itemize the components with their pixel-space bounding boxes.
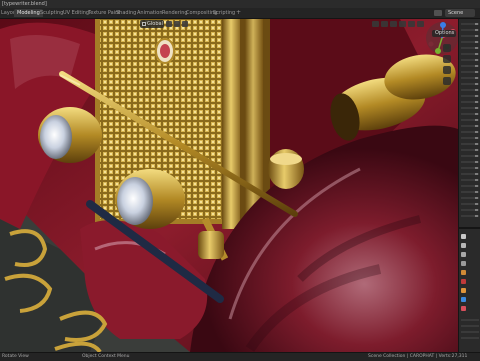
visibility-toggle-icon[interactable] (475, 41, 478, 43)
visibility-toggle-icon[interactable] (475, 95, 478, 97)
visibility-toggle-icon[interactable] (475, 185, 478, 187)
snap-icon[interactable] (174, 21, 180, 27)
visibility-toggle-icon[interactable] (475, 143, 478, 145)
view-layer-icon[interactable] (461, 261, 466, 266)
view-nav-toolbar (443, 44, 453, 88)
scene-properties-icon[interactable] (461, 270, 466, 275)
tab-rendering[interactable]: Rendering (162, 9, 188, 17)
visibility-toggle-icon[interactable] (475, 29, 478, 31)
orientation-label: Global (147, 21, 163, 27)
pan-hand-icon[interactable] (443, 55, 451, 63)
overlays-icon[interactable] (381, 21, 388, 27)
tab-shading[interactable]: Shading (116, 9, 136, 17)
window-title: [typewriter.blend] (2, 1, 47, 7)
tab-uv-editing[interactable]: UV Editing (63, 9, 89, 17)
output-properties-icon[interactable] (461, 252, 466, 257)
visibility-toggle-icon[interactable] (475, 173, 478, 175)
orientation-icon (142, 22, 146, 26)
visibility-toggle-icon[interactable] (475, 179, 478, 181)
properties-row[interactable] (461, 331, 479, 333)
tab-scripting[interactable]: Scripting (213, 9, 235, 17)
visibility-toggle-icon[interactable] (475, 197, 478, 199)
visibility-toggle-icon[interactable] (475, 71, 478, 73)
visibility-toggle-icon[interactable] (475, 131, 478, 133)
world-properties-icon[interactable] (461, 279, 466, 284)
tab-modeling[interactable]: Modeling (14, 9, 43, 17)
visibility-toggle-icon[interactable] (475, 107, 478, 109)
visibility-toggle-icon[interactable] (475, 77, 478, 79)
visibility-toggle-icon[interactable] (475, 119, 478, 121)
visibility-toggle-icon[interactable] (475, 167, 478, 169)
visibility-toggle-icon[interactable] (475, 155, 478, 157)
tool-properties-icon[interactable] (461, 234, 466, 239)
properties-row[interactable] (461, 337, 479, 339)
visibility-toggle-icon[interactable] (475, 83, 478, 85)
shading-material-icon[interactable] (408, 21, 415, 27)
camera-icon[interactable] (443, 66, 451, 74)
visibility-toggle-icon[interactable] (475, 149, 478, 151)
visibility-toggle-icon[interactable] (475, 125, 478, 127)
3d-viewport[interactable] (0, 19, 458, 352)
scene-icon[interactable] (434, 10, 442, 16)
visibility-toggle-icon[interactable] (475, 65, 478, 67)
tab-animation[interactable]: Animation (137, 9, 163, 17)
modifier-properties-icon[interactable] (461, 297, 466, 302)
visibility-toggle-icon[interactable] (475, 215, 478, 217)
workspace-tab-bar: Layout Modeling Sculpting UV Editing Tex… (0, 8, 480, 19)
properties-row[interactable] (461, 319, 479, 321)
shading-rendered-icon[interactable] (417, 21, 424, 27)
visibility-toggle-icon[interactable] (475, 23, 478, 25)
visibility-toggle-icon[interactable] (475, 161, 478, 163)
visibility-toggle-icon[interactable] (475, 101, 478, 103)
visibility-toggle-icon[interactable] (475, 203, 478, 205)
outliner-properties-strip (458, 19, 480, 352)
shading-solid-icon[interactable] (399, 21, 406, 27)
proportional-edit-icon[interactable] (182, 21, 188, 27)
visibility-toggle-icon[interactable] (475, 89, 478, 91)
visibility-toggle-icon[interactable] (475, 35, 478, 37)
visibility-toggle-icon[interactable] (475, 191, 478, 193)
add-workspace-icon[interactable]: + (236, 9, 241, 17)
object-properties-icon[interactable] (461, 288, 466, 293)
render-properties-icon[interactable] (461, 243, 466, 248)
tab-sculpting[interactable]: Sculpting (40, 9, 63, 17)
visibility-toggle-icon[interactable] (475, 59, 478, 61)
xray-icon[interactable] (390, 21, 397, 27)
material-properties-icon[interactable] (461, 306, 466, 311)
pivot-icon[interactable] (166, 21, 172, 27)
scene-selector[interactable]: Scene (445, 9, 475, 17)
transform-orientation-dropdown[interactable]: Global (140, 20, 164, 28)
properties-row[interactable] (461, 325, 479, 327)
viewport-render (0, 19, 458, 352)
visibility-toggle-icon[interactable] (475, 137, 478, 139)
visibility-toggle-icon[interactable] (475, 53, 478, 55)
visibility-toggle-icon[interactable] (475, 47, 478, 49)
options-dropdown[interactable]: Options (432, 30, 456, 37)
visibility-toggle-icon[interactable] (475, 113, 478, 115)
visibility-toggle-icon[interactable] (475, 209, 478, 211)
zoom-icon[interactable] (443, 44, 451, 52)
visibility-icon[interactable] (372, 21, 379, 27)
panel-divider[interactable] (459, 227, 480, 229)
grid-icon[interactable] (443, 77, 451, 85)
